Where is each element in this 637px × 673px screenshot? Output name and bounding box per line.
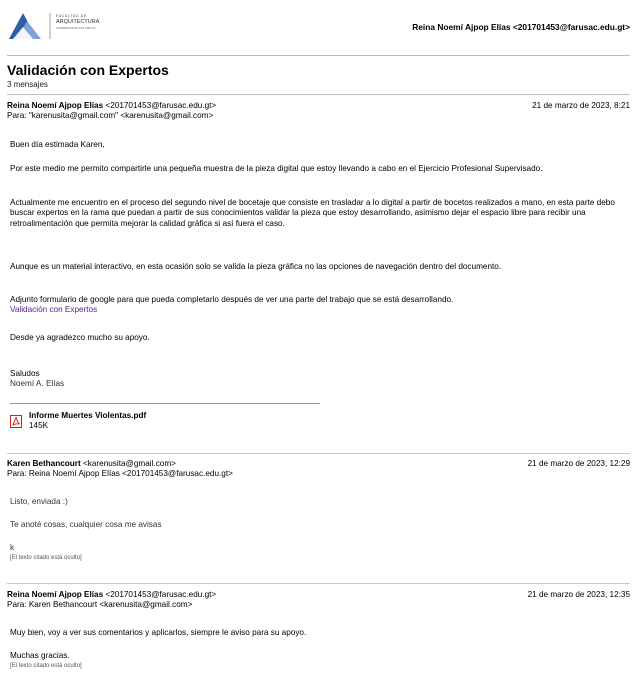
message-3: Reina Noemí Ajpop Elías <201701453@farus… — [7, 590, 630, 609]
message-3-body: Muy bien, voy a ver sus comentarios y ap… — [10, 628, 627, 638]
message-2: Karen Bethancourt <karenusita@gmail.com>… — [7, 459, 630, 478]
form-link[interactable]: Validación con Expertos — [10, 305, 97, 314]
message-date: 21 de marzo de 2023, 12:29 — [527, 459, 630, 468]
signature-line: Saludos — [10, 369, 40, 378]
pdf-icon — [10, 415, 22, 428]
body-paragraph: Te anoté cosas, cualquier cosa me avisas — [10, 520, 162, 529]
body-paragraph: Buen día estimada Karen, — [10, 140, 105, 149]
message-1-body-p4: Aunque es un material interactivo, en es… — [10, 262, 627, 272]
logo-line-3: UNIVERSIDAD DE SAN CARLOS — [56, 27, 96, 30]
faculty-logo: FACULTAD DE ARQUITECTURA UNIVERSIDAD DE … — [7, 9, 119, 41]
message-2-body: Listo, enviada :) — [10, 497, 627, 507]
body-paragraph: Listo, enviada :) — [10, 497, 68, 506]
sender-name: Karen Bethancourt — [7, 459, 81, 468]
message-recipient: Para: "karenusita@gmail.com" <karenusita… — [7, 111, 214, 120]
body-paragraph: Actualmente me encuentro en el proceso d… — [10, 198, 615, 228]
message-2-body-p2: Te anoté cosas, cualquier cosa me avisas — [10, 520, 627, 530]
thread-subject: Validación con Expertos — [7, 62, 169, 78]
message-1: Reina Noemí Ajpop Elías <201701453@farus… — [7, 101, 630, 120]
attachment-size: 145K — [29, 421, 49, 430]
message-recipient: Para: Reina Noemí Ajpop Elías <201701453… — [7, 469, 233, 478]
message-recipient: Para: Karen Bethancourt <karenusita@gmai… — [7, 600, 193, 609]
body-paragraph: Aunque es un material interactivo, en es… — [10, 262, 502, 271]
body-paragraph: Muy bien, voy a ver sus comentarios y ap… — [10, 628, 307, 637]
quoted-text-toggle[interactable]: [El texto citado está oculto] — [10, 553, 627, 563]
attachment-name[interactable]: Informe Muertes Violentas.pdf — [29, 411, 146, 420]
message-1-signature: Saludos Noemí A. Elías — [10, 369, 627, 390]
message-2-body-p3: k [El texto citado está oculto] — [10, 543, 627, 564]
attachment-divider — [10, 403, 320, 404]
sender-email[interactable]: <karenusita@gmail.com> — [83, 459, 176, 468]
sender-email[interactable]: <201701453@farusac.edu.gt> — [105, 590, 216, 599]
header-divider — [7, 55, 630, 56]
body-paragraph: k — [10, 543, 15, 552]
quoted-text-toggle[interactable]: [El texto citado está oculto] — [10, 661, 627, 671]
message-3-body-p2: Muchas gracias. [El texto citado está oc… — [10, 651, 627, 672]
body-paragraph: Desde ya agradezco mucho su apoyo. — [10, 333, 150, 342]
body-paragraph: Muchas gracias. — [10, 651, 70, 660]
subject-divider — [7, 94, 630, 95]
logo-line-2: ARQUITECTURA — [56, 19, 100, 25]
message-1-body-p2: Por este medio me permito compartirle un… — [10, 164, 627, 174]
message-separator — [7, 583, 630, 584]
message-separator — [7, 453, 630, 454]
signature-name: Noemí A. Elías — [10, 379, 65, 389]
message-1-body-p3: Actualmente me encuentro en el proceso d… — [10, 198, 627, 229]
message-1-body-p5: Adjunto formulario de google para que pu… — [10, 295, 627, 316]
account-user: Reina Noemí Ajpop Elías <201701453@farus… — [412, 22, 630, 32]
page-header: FACULTAD DE ARQUITECTURA UNIVERSIDAD DE … — [0, 0, 637, 52]
message-date: 21 de marzo de 2023, 8:21 — [532, 101, 630, 110]
message-1-body-p6: Desde ya agradezco mucho su apoyo. — [10, 333, 627, 343]
body-paragraph: Por este medio me permito compartirle un… — [10, 164, 543, 173]
message-date: 21 de marzo de 2023, 12:35 — [527, 590, 630, 599]
logo-line-1: FACULTAD DE — [56, 14, 87, 18]
message-1-body: Buen día estimada Karen, — [10, 140, 627, 150]
message-count: 3 mensajes — [7, 80, 48, 89]
body-paragraph: Adjunto formulario de google para que pu… — [10, 295, 454, 304]
sender-name: Reina Noemí Ajpop Elías — [7, 101, 104, 110]
sender-name: Reina Noemí Ajpop Elías — [7, 590, 104, 599]
sender-email[interactable]: <201701453@farusac.edu.gt> — [105, 101, 216, 110]
